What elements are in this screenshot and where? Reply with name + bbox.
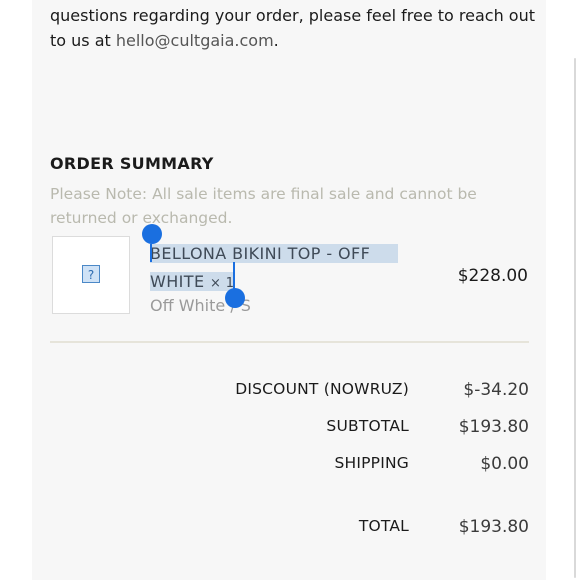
intro-line-2-prefix: to us at — [50, 31, 116, 50]
intro-text: questions regarding your order, please f… — [50, 3, 540, 53]
selection-end-handle[interactable] — [225, 288, 245, 308]
selection-start-caret — [150, 244, 152, 262]
subtotal-row: SUBTOTAL $193.80 — [50, 417, 529, 441]
product-name-line-2: WHITE × 1 — [150, 272, 235, 291]
order-summary-title: ORDER SUMMARY — [50, 154, 214, 173]
total-label: TOTAL — [358, 517, 409, 535]
product-thumbnail[interactable]: ? — [52, 236, 130, 314]
selection-end-caret — [233, 262, 235, 290]
scrollbar[interactable] — [574, 58, 576, 578]
total-row: TOTAL $193.80 — [50, 517, 529, 541]
shipping-label: SHIPPING — [334, 454, 409, 472]
shipping-row: SHIPPING $0.00 — [50, 454, 529, 478]
summary-divider — [50, 341, 529, 343]
shipping-value: $0.00 — [480, 454, 529, 474]
product-name-line-2-text: WHITE — [150, 272, 205, 291]
subtotal-value: $193.80 — [458, 417, 529, 437]
email-link[interactable]: hello@cultgaia.com — [116, 31, 274, 50]
selection-start-handle[interactable] — [142, 224, 162, 244]
product-name: BELLONA BIKINI TOP - OFF WHITE × 1 — [150, 240, 430, 298]
total-value: $193.80 — [458, 517, 529, 537]
intro-line-1: questions regarding your order, please f… — [50, 6, 536, 25]
broken-image-icon: ? — [82, 265, 100, 283]
subtotal-label: SUBTOTAL — [326, 417, 409, 435]
discount-label: DISCOUNT (NOWRUZ) — [235, 380, 409, 398]
sale-note: Please Note: All sale items are final sa… — [50, 185, 477, 227]
product-price: $228.00 — [457, 266, 528, 286]
product-name-line-1: BELLONA BIKINI TOP - OFF — [150, 244, 371, 263]
discount-row: DISCOUNT (NOWRUZ) $-34.20 — [50, 380, 529, 404]
intro-line-2: to us at hello@cultgaia.com. — [50, 28, 540, 53]
intro-line-2-suffix: . — [273, 31, 279, 50]
discount-value: $-34.20 — [463, 380, 529, 400]
product-name-selection-tail — [370, 244, 398, 263]
